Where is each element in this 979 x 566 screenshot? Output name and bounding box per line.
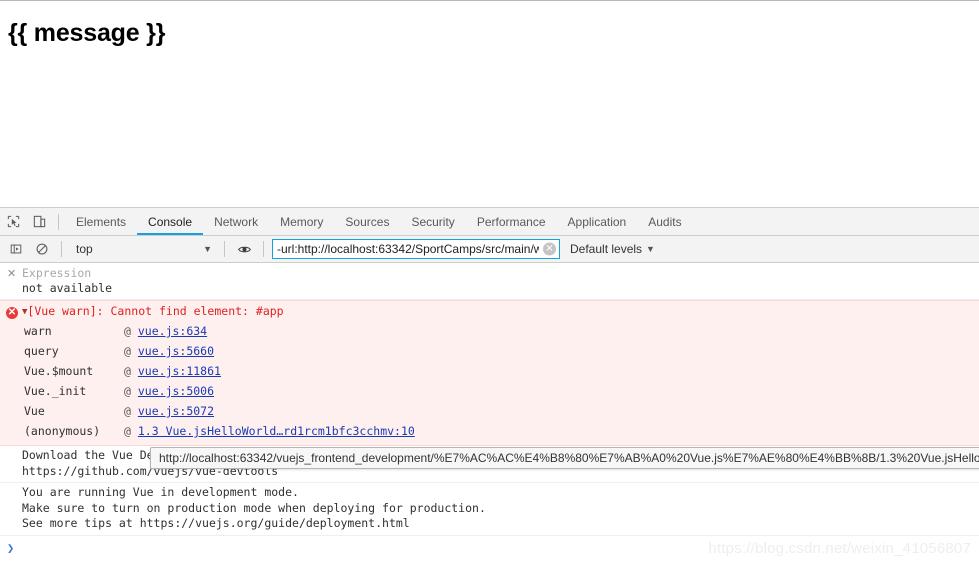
log-levels-select[interactable]: Default levels ▼ <box>570 242 655 256</box>
stack-frame-link[interactable]: vue.js:5072 <box>138 404 214 418</box>
stack-frame-at: @ <box>124 384 131 398</box>
link-url-tooltip: http://localhost:63342/vuejs_frontend_de… <box>150 447 979 469</box>
stack-frame-row: Vue.$mount @ vue.js:11861 <box>0 361 979 381</box>
stack-frame-at: @ <box>124 424 131 438</box>
filterbar-divider-2 <box>224 241 225 257</box>
console-info-dev-mode[interactable]: You are running Vue in development mode.… <box>0 483 979 536</box>
console-error-message[interactable]: ✕ ▼[Vue warn]: Cannot find element: #app… <box>0 300 979 446</box>
tab-sources[interactable]: Sources <box>334 208 400 235</box>
stack-frame-row: Vue._init @ vue.js:5006 <box>0 381 979 401</box>
tab-audits[interactable]: Audits <box>637 208 692 235</box>
chevron-down-icon: ▼ <box>203 243 212 254</box>
stack-frame-at: @ <box>124 404 131 418</box>
prompt-caret-icon: ❯ <box>7 540 15 555</box>
dev-mode-line2: Make sure to turn on production mode whe… <box>22 500 486 515</box>
tab-security[interactable]: Security <box>400 208 465 235</box>
dev-mode-line1: You are running Vue in development mode. <box>22 485 299 499</box>
stack-frame-link[interactable]: 1.3 Vue.jsHelloWorld…rd1rcm1bfc3cchmv:10 <box>138 424 415 438</box>
execution-context-select[interactable]: top ▼ <box>68 239 218 259</box>
toolbar-divider <box>58 213 59 230</box>
chevron-down-icon: ▼ <box>646 243 655 254</box>
stack-frame-row: (anonymous) @ 1.3 Vue.jsHelloWorld…rd1rcm… <box>0 421 979 441</box>
live-expression-eye-icon[interactable] <box>231 236 257 262</box>
stack-frame-at: @ <box>124 364 131 378</box>
tab-application[interactable]: Application <box>557 208 638 235</box>
console-prompt[interactable]: ❯ <box>0 536 979 560</box>
tab-network[interactable]: Network <box>203 208 269 235</box>
live-expression-name: Expression <box>22 266 92 280</box>
console-filter-input[interactable]: -url:http://localhost:63342/SportCamps/s… <box>272 239 560 259</box>
stack-frame-at: @ <box>124 324 131 338</box>
clear-console-icon[interactable] <box>29 236 55 262</box>
close-icon[interactable]: ✕ <box>7 267 16 281</box>
error-title: [Vue warn]: Cannot find element: #app <box>27 304 284 318</box>
console-sidebar-icon[interactable] <box>3 236 29 262</box>
stack-frame-row: warn @ vue.js:634 <box>0 321 979 341</box>
stack-frame-link[interactable]: vue.js:634 <box>138 324 207 338</box>
stack-frame-function: query <box>24 344 59 358</box>
devtools-panel: Elements Console Network Memory Sources … <box>0 207 979 566</box>
vue-deployment-link[interactable]: https://vuejs.org/guide/deployment.html <box>140 516 410 530</box>
console-filter-value: -url:http://localhost:63342/SportCamps/s… <box>277 242 539 256</box>
stack-frame-function: warn <box>24 324 52 338</box>
devtools-tabbar: Elements Console Network Memory Sources … <box>0 208 979 236</box>
console-message-list[interactable]: ✕ Expression not available ✕ ▼[Vue warn]… <box>0 263 979 566</box>
filterbar-divider-3 <box>263 241 264 257</box>
stack-frame-function: Vue.$mount <box>24 364 94 378</box>
live-expression-row[interactable]: ✕ Expression not available <box>0 263 979 300</box>
tab-performance[interactable]: Performance <box>466 208 557 235</box>
stack-frame-link[interactable]: vue.js:11861 <box>138 364 221 378</box>
stack-frame-function: Vue <box>24 404 45 418</box>
stack-frame-function: (anonymous) <box>24 424 101 438</box>
inspect-cursor-icon[interactable] <box>0 209 26 235</box>
stack-frame-row: query @ vue.js:5660 <box>0 341 979 361</box>
execution-context-value: top <box>76 242 93 256</box>
live-expression-value: not available <box>22 281 113 295</box>
console-filter-toolbar: top ▼ -url:http://localhost:63342/SportC… <box>0 236 979 263</box>
log-levels-value: Default levels <box>570 242 643 256</box>
error-circle-icon: ✕ <box>6 307 18 319</box>
stack-frame-function: Vue._init <box>24 384 87 398</box>
rendered-page-area: {{ message }} <box>0 0 979 207</box>
filterbar-divider-1 <box>61 241 62 257</box>
tab-elements[interactable]: Elements <box>65 208 137 235</box>
device-toolbar-icon[interactable] <box>26 209 52 235</box>
page-title: {{ message }} <box>8 19 166 47</box>
stack-frame-at: @ <box>124 344 131 358</box>
tab-memory[interactable]: Memory <box>269 208 334 235</box>
stack-frame-link[interactable]: vue.js:5660 <box>138 344 214 358</box>
disclosure-triangle-icon[interactable]: ▼ <box>22 304 27 320</box>
clear-input-icon[interactable]: ✕ <box>543 242 556 256</box>
stack-frame-link[interactable]: vue.js:5006 <box>138 384 214 398</box>
stack-frame-row: Vue @ vue.js:5072 <box>0 401 979 421</box>
dev-mode-line3-prefix: See more tips at <box>22 516 140 530</box>
error-title-row[interactable]: ▼[Vue warn]: Cannot find element: #app <box>0 303 979 321</box>
tab-console[interactable]: Console <box>137 208 204 235</box>
